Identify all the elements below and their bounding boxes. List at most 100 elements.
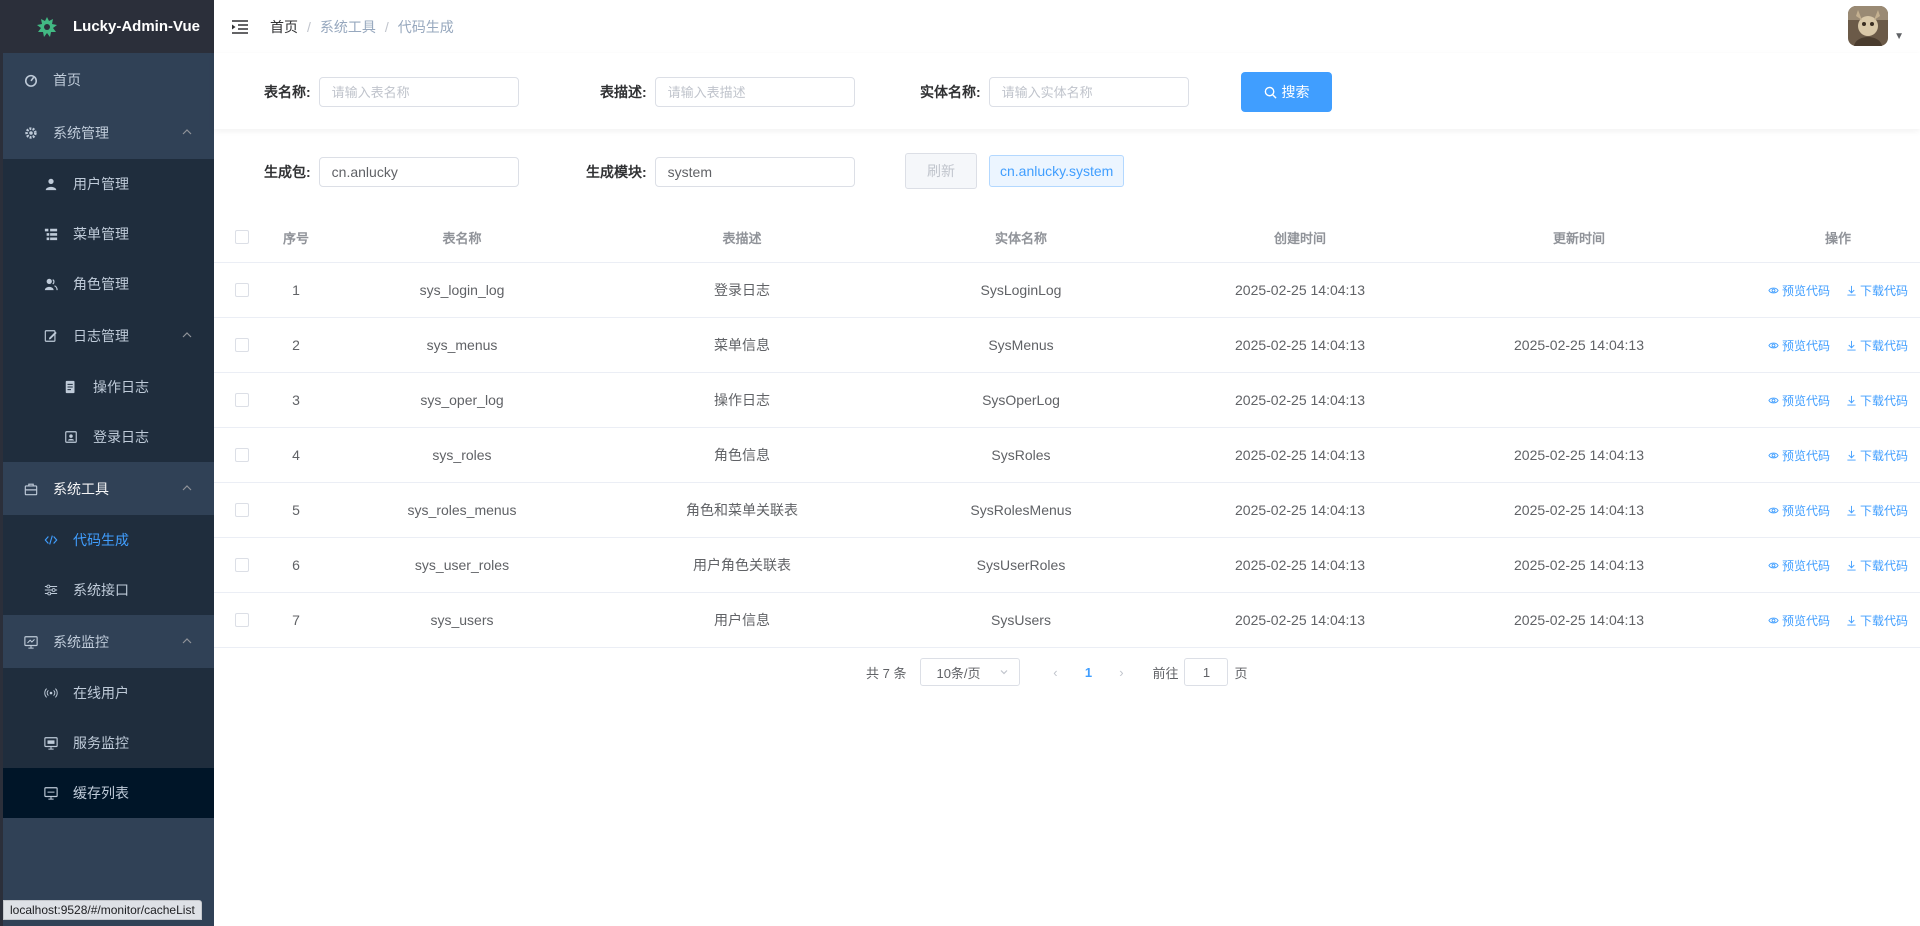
online-icon: [43, 685, 59, 701]
peoples-icon: [43, 276, 59, 292]
page-number-current[interactable]: 1: [1070, 665, 1106, 680]
package-input[interactable]: [318, 157, 519, 187]
preview-code-button[interactable]: 预览代码: [1768, 447, 1830, 464]
row-created-time: 2025-02-25 14:04:13: [1235, 337, 1365, 353]
sidebar-item-online[interactable]: 在线用户: [3, 668, 214, 718]
row-checkbox[interactable]: [235, 393, 249, 407]
download-code-button[interactable]: 下载代码: [1846, 447, 1908, 464]
avatar[interactable]: [1848, 6, 1889, 46]
hamburger-icon[interactable]: [230, 17, 250, 37]
row-checkbox[interactable]: [235, 503, 249, 517]
row-entity-name: SysLoginLog: [980, 282, 1062, 298]
user-icon: [43, 176, 59, 192]
sidebar-item-cache[interactable]: 缓存列表: [3, 768, 214, 818]
download-code-label: 下载代码: [1859, 393, 1908, 408]
row-select-cell: [214, 393, 270, 407]
breadcrumb-tools: 系统工具: [319, 18, 376, 35]
submenu-monitor-items: 在线用户 服务监控 缓存列表: [3, 668, 214, 818]
eye-icon: [1768, 617, 1779, 623]
refresh-button[interactable]: 刷新: [905, 153, 977, 189]
sidebar-item-oper-log[interactable]: 操作日志: [3, 362, 214, 412]
row-entity-name: SysUsers: [991, 612, 1051, 628]
sidebar-item-users[interactable]: 用户管理: [3, 159, 214, 209]
row-checkbox[interactable]: [235, 338, 249, 352]
submenu-system[interactable]: 系统管理: [3, 106, 214, 159]
row-checkbox[interactable]: [235, 448, 249, 462]
search-form: 表名称: 表描述: 实体名称: 搜索: [214, 53, 1920, 129]
table-row: 4 sys_roles 角色信息 SysRoles 2025-02-25 14:04:1…: [214, 428, 1920, 483]
submenu-system-items: 用户管理 菜单管理 角色管理 日志管理 操作日志 登录日志: [3, 159, 214, 462]
breadcrumb-separator: /: [384, 18, 389, 35]
submenu-log[interactable]: 日志管理: [3, 309, 214, 362]
table-desc-input[interactable]: [654, 77, 855, 107]
page-size-select[interactable]: 10条/页: [920, 658, 1021, 686]
row-checkbox[interactable]: [235, 558, 249, 572]
sidebar-item-api[interactable]: 系统接口: [3, 565, 214, 615]
preview-code-button[interactable]: 预览代码: [1768, 612, 1830, 629]
download-icon: [1847, 340, 1856, 351]
download-code-button[interactable]: 下载代码: [1846, 612, 1908, 629]
cache-monitor-icon: [43, 785, 59, 801]
form-item-table-name: 表名称:: [264, 77, 519, 107]
goto-page-input[interactable]: 1: [1184, 658, 1229, 686]
table-name-input[interactable]: [318, 77, 519, 107]
download-code-button[interactable]: 下载代码: [1846, 502, 1908, 519]
preview-code-button[interactable]: 预览代码: [1768, 282, 1830, 299]
preview-code-button[interactable]: 预览代码: [1768, 557, 1830, 574]
user-menu[interactable]: ▼: [1848, 6, 1904, 46]
download-icon: [1847, 560, 1856, 571]
select-all-checkbox[interactable]: [235, 230, 249, 244]
row-index: 1: [292, 282, 300, 298]
search-button[interactable]: 搜索: [1241, 72, 1332, 112]
submenu-tools-items: 代码生成 系统接口: [3, 515, 214, 615]
row-created-time: 2025-02-25 14:04:13: [1235, 502, 1365, 518]
module-input[interactable]: [654, 157, 855, 187]
row-created-time: 2025-02-25 14:04:13: [1235, 447, 1365, 463]
entity-name-input[interactable]: [988, 77, 1189, 107]
table-row: 5 sys_roles_menus 角色和菜单关联表 SysRolesMenus 202…: [214, 483, 1920, 538]
preview-code-button[interactable]: 预览代码: [1768, 337, 1830, 354]
next-page-button[interactable]: ›: [1106, 665, 1136, 680]
row-select-cell: [214, 558, 270, 572]
sidebar-item-roles[interactable]: 角色管理: [3, 259, 214, 309]
download-code-button[interactable]: 下载代码: [1846, 392, 1908, 409]
row-actions: 预览代码 下载代码: [1718, 502, 1920, 519]
dashboard-icon: [23, 72, 39, 88]
sidebar-item-menus[interactable]: 菜单管理: [3, 209, 214, 259]
row-updated-time: 2025-02-25 14:04:13: [1514, 447, 1644, 463]
row-checkbox[interactable]: [235, 613, 249, 627]
row-table-desc: 操作日志: [714, 392, 770, 408]
download-code-button[interactable]: 下载代码: [1846, 557, 1908, 574]
row-entity-name: SysUserRoles: [976, 557, 1066, 573]
table-header: 序号 表名称 表描述 实体名称 创建时间 更新时间 操作: [214, 212, 1920, 263]
breadcrumb-separator: /: [307, 18, 311, 35]
submenu-tools[interactable]: 系统工具: [3, 462, 214, 515]
sidebar-item-server[interactable]: 服务监控: [3, 718, 214, 768]
breadcrumb-home[interactable]: 首页: [270, 17, 298, 37]
sidebar-item-label: 缓存列表: [73, 785, 129, 801]
row-table-name: sys_user_roles: [414, 557, 510, 573]
submenu-monitor[interactable]: 系统监控: [3, 615, 214, 668]
row-created-time: 2025-02-25 14:04:13: [1235, 612, 1365, 628]
download-icon: [1847, 615, 1856, 626]
sidebar-item-codegen[interactable]: 代码生成: [3, 515, 214, 565]
row-table-desc: 登录日志: [714, 282, 770, 298]
download-code-button[interactable]: 下载代码: [1846, 282, 1908, 299]
chevron-down-icon: [1001, 670, 1008, 675]
row-select-cell: [214, 503, 270, 517]
brand[interactable]: Lucky-Admin-Vue: [3, 0, 214, 53]
row-checkbox[interactable]: [235, 283, 249, 297]
preview-code-button[interactable]: 预览代码: [1768, 392, 1830, 409]
package-preview-button[interactable]: cn.anlucky.system: [989, 155, 1125, 187]
preview-code-label: 预览代码: [1782, 338, 1831, 353]
row-select-cell: [214, 613, 270, 627]
row-actions: 预览代码 下载代码: [1718, 282, 1920, 299]
eye-icon: [1768, 507, 1779, 513]
sidebar-item-home[interactable]: 首页: [3, 53, 214, 106]
preview-code-button[interactable]: 预览代码: [1768, 502, 1830, 519]
download-code-button[interactable]: 下载代码: [1846, 337, 1908, 354]
sidebar-item-login-log[interactable]: 登录日志: [3, 412, 214, 462]
preview-code-label: 预览代码: [1782, 613, 1831, 628]
prev-page-button[interactable]: ‹: [1040, 665, 1070, 680]
row-select-cell: [214, 338, 270, 352]
